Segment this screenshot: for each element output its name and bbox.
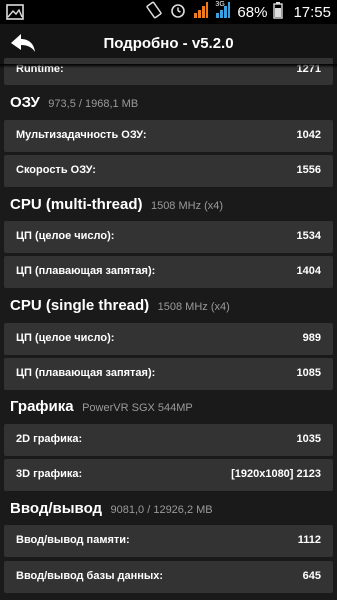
section-subtitle: 9081,0 / 12926,2 MB	[110, 504, 213, 516]
action-bar-shadow	[0, 64, 337, 68]
battery-icon	[273, 1, 284, 24]
row-value: 1534	[296, 230, 321, 242]
row-label: 3D графика:	[16, 468, 83, 480]
section-title: CPU (single thread)	[10, 297, 150, 314]
row-label: 2D графика:	[16, 433, 83, 445]
graphics-2d-row: 2D графика: 1035	[4, 424, 333, 456]
row-label: Ввод/вывод базы данных:	[16, 570, 164, 582]
row-label: Мультизадачность ОЗУ:	[16, 129, 147, 141]
status-bar: 3G 68% 17:55	[0, 0, 337, 24]
row-label: Ввод/вывод памяти:	[16, 534, 130, 546]
row-value: [1920x1080] 2123	[231, 468, 321, 480]
alarm-icon	[169, 1, 187, 24]
graphics-3d-row: 3D графика: [1920x1080] 2123	[4, 459, 333, 491]
row-label: ЦП (плавающая запятая):	[16, 367, 156, 379]
row-value: 1556	[296, 164, 321, 176]
status-time: 17:55	[293, 3, 331, 21]
row-value: 1085	[296, 367, 321, 379]
cpu-multi-int-row: ЦП (целое число): 1534	[4, 221, 333, 253]
row-value: 1112	[297, 534, 321, 546]
section-subtitle: 1508 MHz (x4)	[150, 200, 224, 212]
row-label: ЦП (плавающая запятая):	[16, 265, 156, 277]
gallery-notification-icon	[6, 3, 24, 26]
network-type-label: 3G	[215, 0, 225, 8]
rotate-icon	[145, 1, 163, 24]
cpu-single-int-row: ЦП (целое число): 989	[4, 323, 333, 355]
row-label: ЦП (целое число):	[16, 230, 115, 242]
page-title: Подробно - v5.2.0	[103, 35, 234, 52]
signal-orange-icon	[193, 1, 209, 24]
row-label: Скорость ОЗУ:	[16, 164, 96, 176]
ram-multitask-row: Мультизадачность ОЗУ: 1042	[4, 120, 333, 152]
section-title: ОЗУ	[10, 94, 40, 111]
runtime-row: Runtime: 1271	[4, 58, 333, 85]
section-title: CPU (multi-thread)	[10, 196, 143, 213]
cpu-single-float-row: ЦП (плавающая запятая): 1085	[4, 358, 333, 390]
row-value: 1035	[296, 433, 321, 445]
row-value: 645	[302, 570, 321, 582]
io-database-row: Ввод/вывод базы данных: 645	[4, 561, 333, 593]
section-subtitle: 1508 MHz (x4)	[157, 301, 230, 313]
io-memory-row: Ввод/вывод памяти: 1112	[4, 525, 333, 557]
ram-speed-row: Скорость ОЗУ: 1556	[4, 155, 333, 187]
row-value: 1404	[296, 265, 321, 277]
section-title: Ввод/вывод	[10, 500, 103, 517]
row-value: 1042	[296, 129, 321, 141]
row-value: 989	[302, 332, 321, 344]
section-subtitle: PowerVR SGX 544MP	[82, 402, 193, 414]
battery-percent: 68%	[237, 3, 268, 21]
section-subtitle: 973,5 / 1968,1 MB	[48, 98, 139, 110]
signal-3g-icon: 3G	[215, 1, 231, 24]
row-label: ЦП (целое число):	[16, 332, 115, 344]
cpu-multi-float-row: ЦП (плавающая запятая): 1404	[4, 256, 333, 288]
section-title: Графика	[10, 398, 74, 415]
